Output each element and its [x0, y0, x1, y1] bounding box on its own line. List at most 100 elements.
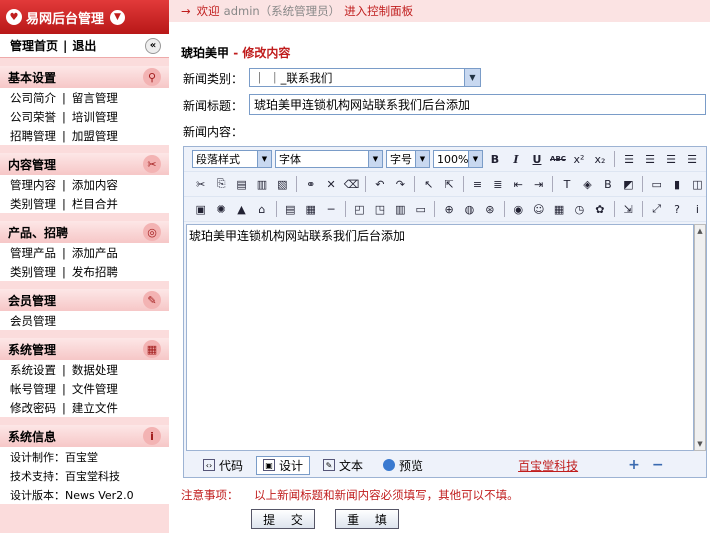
vendor-link[interactable]: 百宝堂科技	[518, 457, 578, 474]
menu-link-post-job[interactable]: 发布招聘	[72, 264, 118, 280]
menu-link-add-product[interactable]: 添加产品	[72, 245, 118, 261]
copy-icon[interactable]: ⎘	[212, 175, 229, 193]
menu-link-account-manage[interactable]: 帐号管理	[10, 381, 56, 397]
emoticon-icon[interactable]: ☺	[530, 200, 547, 218]
copy-box-icon[interactable]: ◫	[689, 175, 706, 193]
help-icon[interactable]: ?	[668, 200, 685, 218]
menu-link-manage-products[interactable]: 管理产品	[10, 245, 56, 261]
select-cursor-icon[interactable]: ↖	[420, 175, 437, 193]
menu-link-data-processing[interactable]: 数据处理	[72, 362, 118, 378]
menu-link-create-file[interactable]: 建立文件	[72, 400, 118, 416]
paste-word-icon[interactable]: ▧	[274, 175, 291, 193]
justify-icon[interactable]: ☰	[683, 150, 701, 168]
menu-link-member-manage[interactable]: 会员管理	[10, 313, 56, 329]
background-color-icon[interactable]: B	[599, 175, 616, 193]
paste-icon[interactable]: ▤	[233, 175, 250, 193]
page-break-icon[interactable]: ⇲	[620, 200, 637, 218]
paragraph-style-select[interactable]: 段落样式 ▼	[192, 150, 272, 168]
editor-scrollbar[interactable]: ▲ ▼	[694, 224, 706, 451]
highlight-icon[interactable]: ◈	[579, 175, 596, 193]
expand-editor-icon[interactable]: +	[628, 457, 640, 473]
menu-link-manage-content[interactable]: 管理内容	[10, 177, 56, 193]
menu-link-product-categories[interactable]: 类别管理	[10, 264, 56, 280]
symbol-icon[interactable]: ◉	[510, 200, 527, 218]
menu-link-category-manage[interactable]: 类别管理	[10, 196, 56, 212]
fill-icon[interactable]: ◩	[620, 175, 637, 193]
frame-icon[interactable]: ▭	[648, 175, 665, 193]
yellow-box-icon[interactable]: ▮	[668, 175, 685, 193]
absolute-position-icon[interactable]: ⇱	[440, 175, 457, 193]
scroll-down-icon[interactable]: ▼	[695, 438, 705, 450]
align-left-icon[interactable]: ☰	[620, 150, 638, 168]
menu-link-add-content[interactable]: 添加内容	[72, 177, 118, 193]
web-icon[interactable]: ⊕	[440, 200, 457, 218]
menu-link-honors[interactable]: 公司荣誉	[10, 109, 56, 125]
font-color-icon[interactable]: T	[558, 175, 575, 193]
chevron-down-icon[interactable]: ▼	[368, 151, 382, 167]
editor-content-area[interactable]: 琥珀美甲连锁机构网站联系我们后台添加	[186, 224, 694, 451]
web-red-icon[interactable]: ⊛	[481, 200, 498, 218]
category-select[interactable]: ｜ ｜_联系我们 ▼	[249, 68, 481, 87]
eraser-icon[interactable]: ⌫	[343, 175, 360, 193]
menu-link-merge-columns[interactable]: 栏目合并	[72, 196, 118, 212]
date-icon[interactable]: ▦	[550, 200, 567, 218]
strikethrough-icon[interactable]: ABC	[549, 150, 567, 168]
table-props-icon[interactable]: ▦	[302, 200, 319, 218]
insert-link-icon[interactable]: ⌂	[253, 200, 270, 218]
menu-link-recruit[interactable]: 招聘管理	[10, 128, 56, 144]
underline-icon[interactable]: U	[528, 150, 546, 168]
find-icon[interactable]: ⚭	[302, 175, 319, 193]
shrink-editor-icon[interactable]: −	[652, 457, 664, 473]
horizontal-rule-icon[interactable]: ─	[322, 200, 339, 218]
special-char-icon[interactable]: ✿	[591, 200, 608, 218]
mode-design-tab[interactable]: ▣ 设计	[256, 455, 311, 475]
undo-icon[interactable]: ↶	[371, 175, 388, 193]
insert-form-icon[interactable]: ▥	[392, 200, 409, 218]
insert-div-icon[interactable]: ◰	[351, 200, 368, 218]
mode-code-tab[interactable]: ‹› 代码	[196, 456, 250, 475]
bold-icon[interactable]: B	[486, 150, 504, 168]
menu-link-system-settings[interactable]: 系统设置	[10, 362, 56, 378]
insert-field-icon[interactable]: ▭	[412, 200, 429, 218]
ordered-list-icon[interactable]: ≡	[469, 175, 486, 193]
outdent-icon[interactable]: ⇤	[510, 175, 527, 193]
subscript-icon[interactable]: x₂	[591, 150, 609, 168]
menu-link-training[interactable]: 培训管理	[72, 109, 118, 125]
submit-button[interactable]: 提 交	[251, 509, 315, 529]
cut-icon[interactable]: ✂	[192, 175, 209, 193]
scroll-up-icon[interactable]: ▲	[695, 225, 705, 237]
insert-file-icon[interactable]: ◳	[371, 200, 388, 218]
insert-flash-icon[interactable]: ✺	[212, 200, 229, 218]
delete-icon[interactable]: ✕	[322, 175, 339, 193]
paste-text-icon[interactable]: ▥	[253, 175, 270, 193]
font-size-select[interactable]: 字号 ▼	[386, 150, 430, 168]
redo-icon[interactable]: ↷	[392, 175, 409, 193]
zoom-select[interactable]: 100% ▼	[433, 150, 483, 168]
nav-logout-link[interactable]: 退出	[72, 37, 96, 54]
menu-link-file-manage[interactable]: 文件管理	[72, 381, 118, 397]
menu-link-company-intro[interactable]: 公司简介	[10, 90, 56, 106]
menu-link-change-password[interactable]: 修改密码	[10, 400, 56, 416]
mode-preview-tab[interactable]: 预览	[376, 456, 430, 475]
chevron-down-icon[interactable]: ▼	[257, 151, 271, 167]
reset-button[interactable]: 重 填	[335, 509, 399, 529]
chevron-down-icon[interactable]: ▼	[110, 9, 126, 25]
menu-link-franchise[interactable]: 加盟管理	[72, 128, 118, 144]
chevron-down-icon[interactable]: ▼	[415, 151, 429, 167]
mode-text-tab[interactable]: ✎ 文本	[316, 456, 370, 475]
time-icon[interactable]: ◷	[571, 200, 588, 218]
align-center-icon[interactable]: ☰	[641, 150, 659, 168]
globe-icon[interactable]: ◍	[461, 200, 478, 218]
insert-media-icon[interactable]: ▲	[233, 200, 250, 218]
fullscreen-icon[interactable]: ⤢	[648, 200, 665, 218]
insert-table-icon[interactable]: ▤	[282, 200, 299, 218]
italic-icon[interactable]: I	[507, 150, 525, 168]
align-right-icon[interactable]: ☰	[662, 150, 680, 168]
indent-icon[interactable]: ⇥	[530, 175, 547, 193]
chevron-down-icon[interactable]: ▼	[468, 151, 482, 167]
chevron-down-icon[interactable]: ▼	[464, 69, 480, 86]
title-input[interactable]: 琥珀美甲连锁机构网站联系我们后台添加	[249, 94, 706, 115]
about-icon[interactable]: i	[689, 200, 706, 218]
menu-link-messages[interactable]: 留言管理	[72, 90, 118, 106]
font-family-select[interactable]: 字体 ▼	[275, 150, 383, 168]
